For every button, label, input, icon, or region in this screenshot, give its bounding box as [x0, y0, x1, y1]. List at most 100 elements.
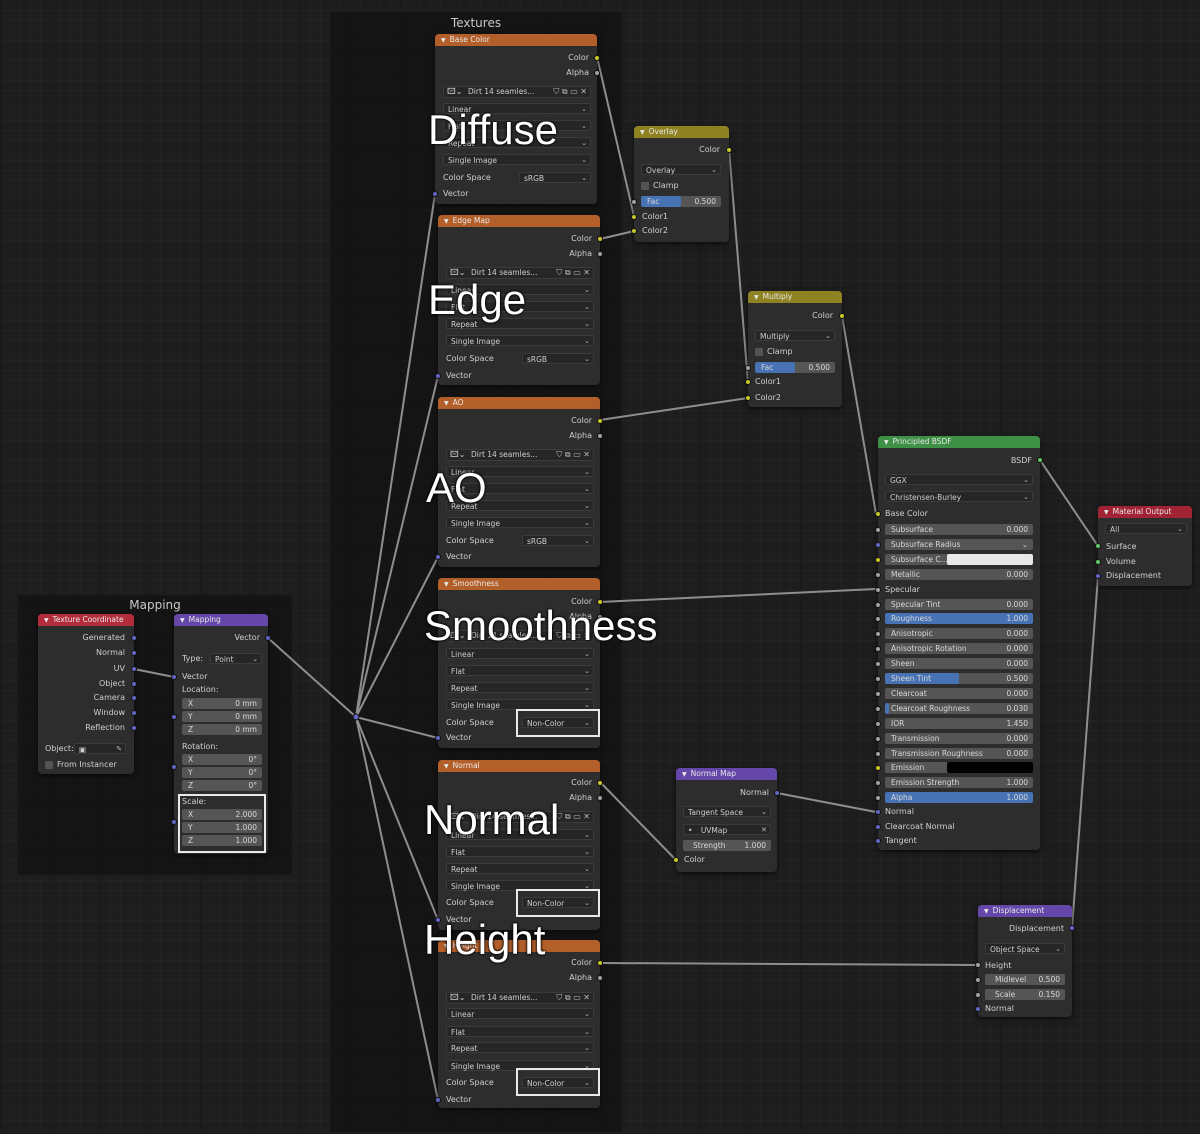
material-output-header[interactable]: ▼ Material Output [1098, 506, 1192, 518]
socket-color-out[interactable] [839, 313, 845, 319]
socket-anisotropic[interactable] [875, 631, 881, 638]
transmission-roughness-field[interactable]: Transmission Roughness 0.000 [885, 747, 1033, 759]
color-space-dropdown[interactable]: sRGB ⌄ [519, 172, 591, 183]
socket-fac[interactable] [745, 365, 751, 371]
socket-alpha-out[interactable] [594, 70, 600, 76]
close-icon[interactable]: ✕ [761, 825, 767, 836]
normal-map-header[interactable]: ▼ Normal Map [676, 768, 777, 780]
alpha-field[interactable]: Alpha 1.000 [885, 792, 1033, 804]
sheen-field[interactable]: Sheen 0.000 [885, 658, 1033, 670]
space-dropdown[interactable]: Tangent Space ⌄ [683, 806, 771, 817]
socket-clearcoat-roughness[interactable] [875, 705, 881, 712]
socket-fac[interactable] [631, 199, 637, 205]
socket-uv[interactable] [131, 666, 137, 672]
socket-transmission[interactable] [875, 735, 881, 742]
socket-color-out[interactable] [726, 147, 732, 153]
extension-dropdown[interactable]: Repeat ⌄ [446, 863, 594, 874]
color-swatch[interactable] [947, 553, 1033, 565]
socket-subsurface-radius[interactable] [875, 541, 881, 548]
socket-clearcoat[interactable] [875, 690, 881, 697]
image-selector[interactable]: 🖾⌄ Dirt 14 seamles... ⛉ ⧉ ▭ ✕ [446, 449, 594, 461]
interpolation-dropdown[interactable]: Linear ⌄ [446, 1008, 594, 1019]
socket-window[interactable] [131, 710, 137, 716]
socket-displacement-out[interactable] [1069, 925, 1075, 931]
rotation-x-field[interactable]: X 0° [182, 754, 262, 765]
socket-surface[interactable] [1095, 543, 1101, 549]
image-actions-icons[interactable]: ⛉ ⧉ ▭ ✕ [556, 812, 590, 822]
socket-displacement[interactable] [1095, 573, 1101, 579]
normal-header[interactable]: ▼ Normal [438, 760, 600, 772]
socket-vector-in[interactable] [435, 554, 441, 560]
object-picker[interactable]: ▣ ✎ [74, 743, 126, 754]
roughness-field[interactable]: Roughness 1.000 [885, 613, 1033, 625]
checkbox-icon[interactable] [45, 760, 53, 769]
extension-dropdown[interactable]: Repeat ⌄ [446, 682, 594, 693]
rotation-z-field[interactable]: Z 0° [182, 780, 262, 791]
projection-dropdown[interactable]: Flat ⌄ [446, 1026, 594, 1037]
socket-color-out[interactable] [597, 418, 603, 424]
type-dropdown[interactable]: Point ⌄ [210, 653, 262, 664]
socket-scale[interactable] [171, 819, 177, 825]
uv-map-field[interactable]: • UVMap ✕ [683, 824, 771, 835]
location-y-field[interactable]: Y0 mm [182, 711, 262, 722]
midlevel-field[interactable]: Midlevel 0.500 [985, 974, 1065, 985]
rotation-y-field[interactable]: Y 0° [182, 767, 262, 778]
anisotropic-rotation-field[interactable]: Anisotropic Rotation 0.000 [885, 643, 1033, 655]
socket-vector-in[interactable] [435, 373, 441, 379]
socket-normal[interactable] [875, 809, 881, 815]
image-icon[interactable]: 🖾⌄ [447, 87, 462, 97]
fac-slider[interactable]: Fac 0.500 [641, 196, 721, 207]
clearcoat-field[interactable]: Clearcoat 0.000 [885, 687, 1033, 699]
emission-field[interactable]: Emission [885, 762, 1033, 774]
socket-color2[interactable] [745, 395, 751, 401]
socket-color1[interactable] [745, 379, 751, 385]
socket-color-out[interactable] [597, 780, 603, 786]
clamp-checkbox[interactable]: Clamp [755, 344, 793, 359]
multiply-mix-node[interactable]: ▼ Multiply Color Multiply ⌄ Clamp Fac 0.500… [745, 291, 845, 407]
clearcoat-roughness-field[interactable]: Clearcoat Roughness 0.030 [885, 702, 1033, 714]
socket-vector-out[interactable] [265, 635, 271, 641]
projection-dropdown[interactable]: Flat ⌄ [446, 846, 594, 857]
socket-sheen-tint[interactable] [875, 676, 881, 682]
eyedropper-icon[interactable]: ✎ [116, 744, 122, 755]
image-icon[interactable]: 🖾⌄ [450, 450, 465, 460]
material-output-node[interactable]: ▼ Material Output All ⌄ Surface Volume Dis… [1095, 506, 1192, 586]
socket-color-out[interactable] [594, 55, 600, 61]
source-dropdown[interactable]: Single Image ⌄ [446, 517, 594, 528]
edge-map-header[interactable]: ▼ Edge Map [438, 215, 600, 227]
socket-clearcoat-normal[interactable] [875, 824, 881, 830]
socket-sheen[interactable] [875, 661, 881, 668]
socket-volume[interactable] [1095, 559, 1101, 565]
socket-emission[interactable] [875, 765, 881, 772]
metallic-field[interactable]: Metallic 0.000 [885, 568, 1033, 580]
projection-dropdown[interactable]: Flat ⌄ [446, 665, 594, 676]
clamp-checkbox[interactable]: Clamp [641, 178, 679, 193]
socket-object[interactable] [131, 681, 137, 687]
socket-subsurface[interactable] [875, 527, 881, 533]
socket-color-out[interactable] [597, 960, 603, 966]
overlay-header[interactable]: ▼ Overlay [634, 126, 729, 138]
ao-header[interactable]: ▼ AO [438, 397, 600, 409]
transmission-field[interactable]: Transmission 0.000 [885, 732, 1033, 744]
mapping-header[interactable]: ▼ Mapping [174, 614, 268, 626]
from-instancer-checkbox[interactable]: From Instancer [45, 757, 117, 772]
space-dropdown[interactable]: Object Space ⌄ [985, 943, 1065, 954]
displacement-node[interactable]: ▼ Displacement Displacement Object Space ⌄… [975, 905, 1075, 1017]
socket-subsurface-c[interactable] [875, 556, 881, 563]
emission-strength-field[interactable]: Emission Strength 1.000 [885, 777, 1033, 789]
image-actions-icons[interactable]: ⛉ ⧉ ▭ ✕ [556, 268, 590, 278]
socket-specular-tint[interactable] [875, 601, 881, 608]
subsurface-field[interactable]: Subsurface 0.000 [885, 524, 1033, 535]
socket-tangent[interactable] [875, 838, 881, 844]
socket-normal[interactable] [975, 1006, 981, 1012]
socket-alpha-out[interactable] [597, 975, 603, 981]
socket-emission-strength[interactable] [875, 780, 881, 787]
socket-vector-in[interactable] [171, 674, 177, 680]
socket-alpha-out[interactable] [597, 433, 603, 439]
socket-reflection[interactable] [131, 725, 137, 731]
socket-vector-in[interactable] [435, 735, 441, 741]
color-swatch[interactable] [947, 762, 1033, 774]
socket-specular[interactable] [875, 586, 881, 593]
blend-mode-dropdown[interactable]: Overlay ⌄ [641, 164, 721, 175]
specular-tint-field[interactable]: Specular Tint 0.000 [885, 598, 1033, 610]
